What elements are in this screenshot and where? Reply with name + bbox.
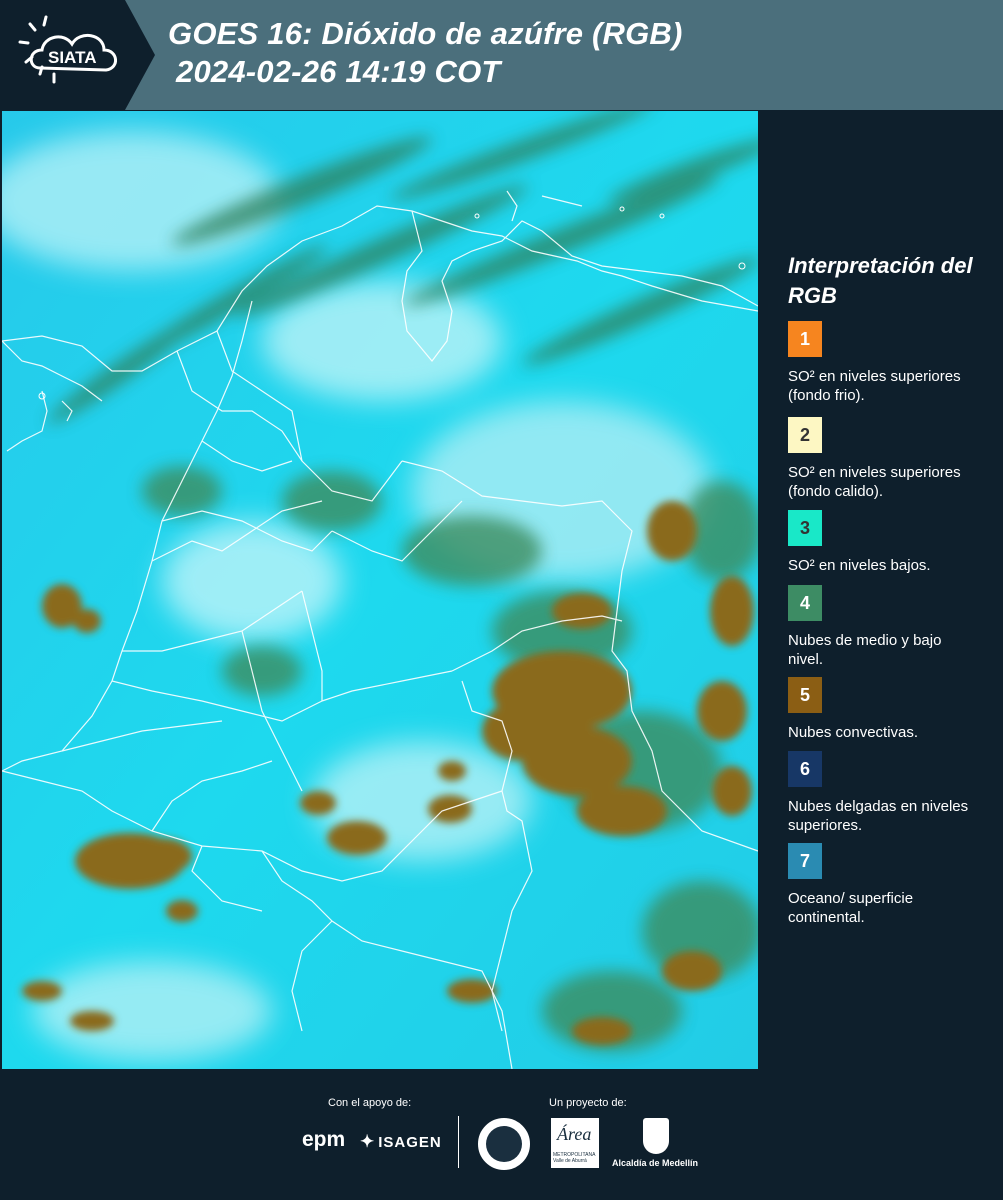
legend-number-4: 4: [799, 592, 810, 613]
legend-label-5: Nubes convectivas.: [788, 724, 919, 741]
legend-label-3: SO² en niveles bajos.: [788, 557, 931, 574]
legend-label-7: Oceano/ superficie continental.: [788, 890, 914, 926]
legend-number-6: 6: [799, 758, 810, 779]
legend-label-6: Nubes delgadas en niveles superiores.: [788, 798, 969, 834]
legend-swatch-1: 1: [788, 321, 822, 357]
legend-swatch-6: 6: [788, 751, 822, 787]
isagen-logo: ✦ ISAGEN: [360, 1132, 442, 1152]
legend-label-1: SO² en niveles superiores (fondo frio).: [788, 368, 961, 404]
legend-swatch-2: 2: [788, 417, 822, 453]
area-logo-subtext: METROPOLITANA Valle de Aburrá: [553, 1152, 596, 1164]
legend-number-3: 3: [799, 517, 810, 538]
footer-bar: Con el apoyo de: Un proyecto de: epm ✦ IS…: [0, 1070, 1003, 1200]
map-title: GOES 16: Dióxido de azúfre (RGB): [168, 16, 683, 51]
legend-number-1: 1: [799, 328, 810, 349]
legend-item-1: 1 SO² en niveles superiores (fondo frio)…: [788, 321, 988, 405]
header-bar: SIATA GOES 16: Dióxido de azúfre (RGB) 2…: [0, 0, 1003, 110]
legend-item-7: 7 Oceano/ superficie continental.: [788, 843, 988, 927]
siata-logo-text: SIATA: [48, 48, 96, 67]
legend-number-5: 5: [799, 684, 810, 705]
map-timestamp: 2024-02-26 14:19 COT: [176, 54, 501, 89]
siata-logo: SIATA: [0, 0, 155, 110]
satellite-map: [2, 111, 758, 1069]
area-metropolitana-logo: Área METROPOLITANA Valle de Aburrá: [551, 1118, 599, 1168]
alcaldia-label: Alcaldía de Medellín: [612, 1158, 699, 1168]
legend-swatch-7: 7: [788, 843, 822, 879]
legend-item-2: 2 SO² en niveles superiores (fondo calid…: [788, 417, 988, 501]
seal-inner-icon: [486, 1126, 522, 1162]
legend-swatch-5: 5: [788, 677, 822, 713]
legend-item-5: 5 Nubes convectivas.: [788, 677, 988, 742]
project-caption: Un proyecto de:: [549, 1097, 627, 1109]
isagen-mark-icon: ✦: [360, 1132, 376, 1151]
legend-item-3: 3 SO² en niveles bajos.: [788, 510, 988, 575]
medellin-seal-logo: [478, 1118, 530, 1170]
footer-divider: [458, 1116, 459, 1168]
legend-label-4: Nubes de medio y bajo nivel.: [788, 632, 942, 668]
support-caption: Con el apoyo de:: [328, 1097, 412, 1109]
epm-logo-text: epm: [302, 1128, 346, 1151]
legend-label-2: SO² en niveles superiores (fondo calido)…: [788, 464, 961, 500]
legend-panel: Interpretación del RGB 1 SO² en niveles …: [762, 111, 1003, 1069]
legend-item-6: 6 Nubes delgadas en niveles superiores.: [788, 751, 988, 835]
area-logo-word: Área: [557, 1124, 592, 1144]
legend-swatch-3: 3: [788, 510, 822, 546]
legend-number-7: 7: [799, 850, 810, 871]
epm-logo: epm: [302, 1128, 345, 1152]
alcaldia-crest-icon: [643, 1118, 669, 1154]
legend-swatch-4: 4: [788, 585, 822, 621]
legend-number-2: 2: [799, 424, 810, 445]
isagen-logo-text: ISAGEN: [378, 1134, 442, 1151]
legend-item-4: 4 Nubes de medio y bajo nivel.: [788, 585, 988, 669]
legend-title: Interpretación del RGB: [788, 253, 973, 308]
